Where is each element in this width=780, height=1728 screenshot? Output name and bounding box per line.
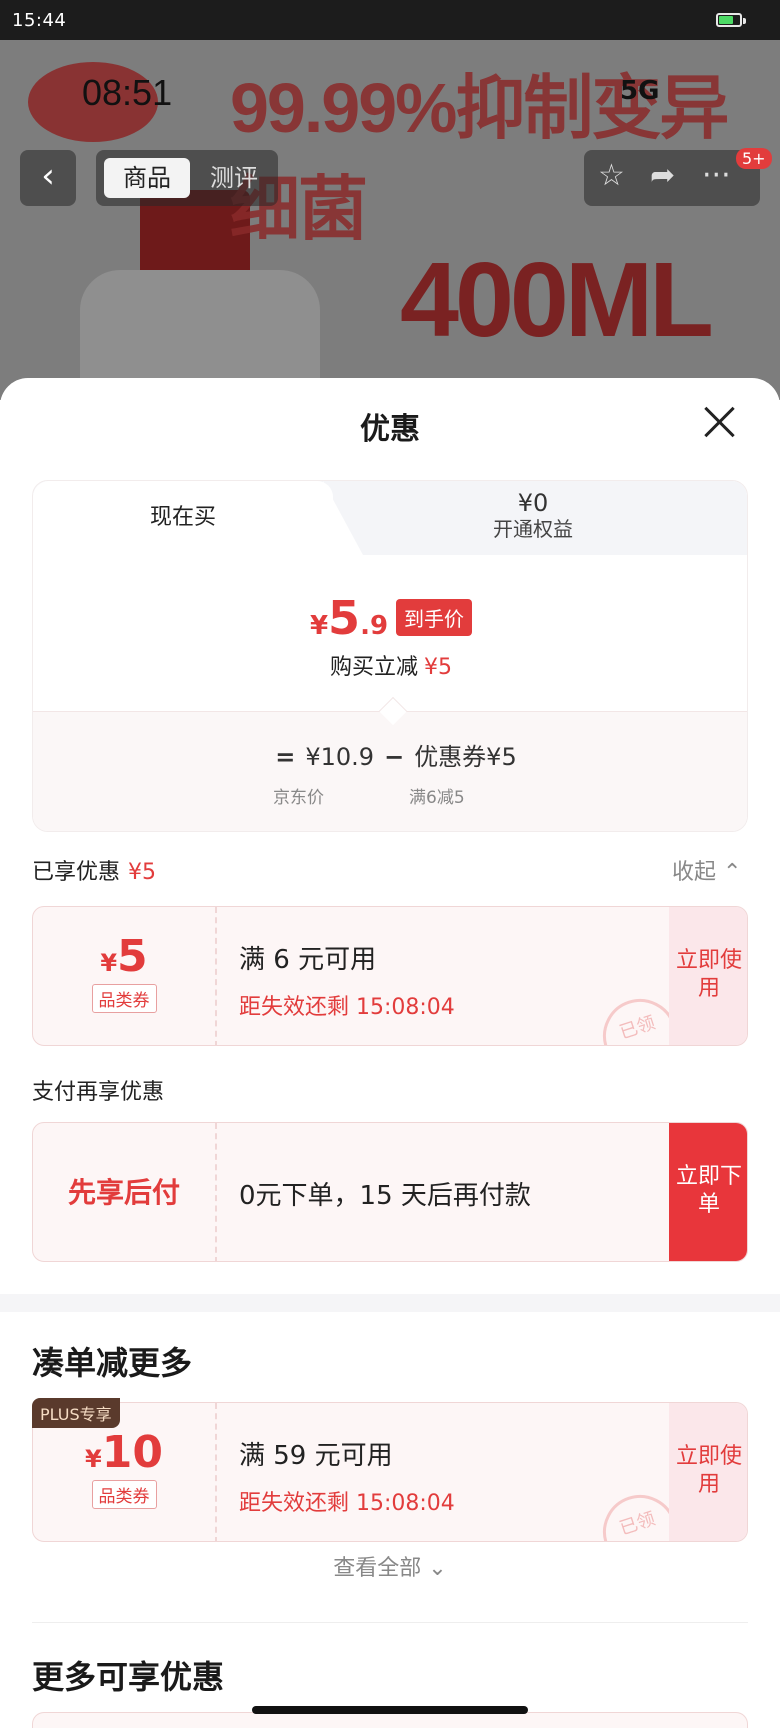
enjoyed-label: 已享优惠	[32, 860, 121, 885]
plus-label: 开通权益	[493, 517, 573, 541]
close-icon[interactable]	[700, 402, 740, 442]
pay-later-desc: 0元下单，15 天后再付款	[239, 1181, 531, 1211]
collapse-label: 收起	[672, 860, 717, 885]
more-icon[interactable]: ···	[702, 158, 731, 193]
instant-discount: 购买立减 ¥5	[33, 649, 747, 681]
coupon-kind: 品类券	[91, 1480, 157, 1509]
order-now-button[interactable]: 立即下单	[669, 1123, 747, 1261]
share-icon[interactable]: ➦	[650, 158, 675, 193]
coupon-amount: 10	[101, 1427, 163, 1478]
coupon-condition: 满 6 元可用	[239, 945, 377, 975]
discount-sheet: 优惠 现在买 ¥0 开通权益 ¥5.9 到手价 购买立减 ¥5 = ¥10.9− 优惠券…	[0, 378, 780, 1728]
plus-exclusive-tag: PLUS专享	[32, 1398, 120, 1428]
final-price-tag: 到手价	[396, 599, 473, 636]
star-icon[interactable]: ☆	[598, 158, 625, 193]
status-bar: 15:44	[0, 0, 780, 40]
pay-later-card: 先享后付 0元下单，15 天后再付款 立即下单	[32, 1122, 748, 1262]
product-image: 99.99%抑制变异细菌 400ML 08:51 5G	[0, 40, 780, 400]
coupon-deduction: 优惠券¥5	[414, 743, 517, 771]
coupon-expiry: 距失效还剩 15:08:04	[239, 1491, 455, 1516]
coupon-rule: 满6减5	[409, 788, 465, 808]
jd-price: ¥10.9	[305, 743, 375, 771]
overlay-network: 5G	[620, 76, 660, 106]
next-card-peek	[32, 1712, 748, 1728]
coupon-amount: 5	[117, 931, 148, 982]
further-discount-heading: 更多可享优惠	[32, 1658, 225, 1696]
tab-product[interactable]: 商品	[104, 158, 190, 198]
jd-price-label: 京东价	[273, 788, 324, 808]
home-indicator[interactable]	[252, 1706, 528, 1714]
banner-volume: 400ML	[400, 241, 714, 359]
price-integer: 5	[328, 591, 361, 645]
more-discount-heading: 凑单减更多	[32, 1344, 193, 1382]
tab-buy-now[interactable]: 现在买	[33, 481, 333, 555]
coupon-kind: 品类券	[91, 984, 157, 1013]
back-button[interactable]: ‹	[20, 150, 76, 206]
final-price: ¥5.9 到手价	[33, 591, 747, 645]
enjoyed-discount-heading: 已享优惠 ¥5	[32, 854, 156, 886]
coupon-value: ¥5	[33, 931, 215, 982]
price-card: 现在买 ¥0 开通权益 ¥5.9 到手价 购买立减 ¥5 = ¥10.9− 优惠券¥5 …	[32, 480, 748, 832]
status-time: 15:44	[12, 10, 67, 31]
save-amount: ¥5	[424, 655, 452, 680]
coupon-currency: ¥	[100, 949, 118, 977]
enjoyed-amount: ¥5	[128, 860, 157, 885]
message-badge: 5+	[736, 148, 772, 169]
coupon-currency: ¥	[85, 1445, 102, 1473]
coupon-card: ¥5 品类券 满 6 元可用 距失效还剩 15:08:04 已领 立即使用	[32, 906, 748, 1046]
tab-review[interactable]: 测评	[198, 158, 270, 198]
overlay-time: 08:51	[82, 72, 173, 113]
use-now-button[interactable]: 立即使用	[669, 1403, 747, 1541]
equals-sign: =	[275, 743, 296, 771]
coupon-value-area: ¥5 品类券	[33, 907, 217, 1045]
price-formula: = ¥10.9− 优惠券¥5	[33, 737, 747, 772]
price-currency: ¥	[309, 611, 329, 641]
pay-discount-heading: 支付再享优惠	[32, 1080, 165, 1105]
chevron-left-icon: ‹	[41, 156, 55, 196]
coupon-expiry: 距失效还剩 15:08:04	[239, 995, 455, 1020]
chevron-up-icon: ⌃	[723, 860, 742, 885]
battery-tip	[743, 18, 746, 24]
coupon-condition: 满 59 元可用	[239, 1441, 393, 1471]
minus-sign: −	[384, 743, 405, 771]
sheet-title: 优惠	[360, 412, 420, 447]
tab-plus-benefit[interactable]: ¥0 开通权益	[363, 489, 703, 541]
battery-icon	[716, 13, 742, 27]
plus-amount: ¥0	[517, 489, 549, 517]
section-divider	[0, 1294, 780, 1312]
top-actions: ☆ ➦ ···	[584, 150, 760, 206]
collapse-button[interactable]: 收起 ⌃	[672, 854, 741, 886]
pay-later-title: 先享后付	[33, 1123, 217, 1261]
use-now-button[interactable]: 立即使用	[669, 907, 747, 1045]
save-label: 购买立减	[329, 655, 418, 680]
coupon-value: ¥10	[33, 1427, 215, 1478]
divider	[32, 1622, 748, 1623]
plus-coupon-card: ¥10 品类券 满 59 元可用 距失效还剩 15:08:04 已领 立即使用	[32, 1402, 748, 1542]
price-decimal: .9	[360, 611, 389, 641]
view-all-link[interactable]: 查看全部 ⌄	[0, 1550, 780, 1582]
product-review-segment: 商品 测评	[96, 150, 278, 206]
